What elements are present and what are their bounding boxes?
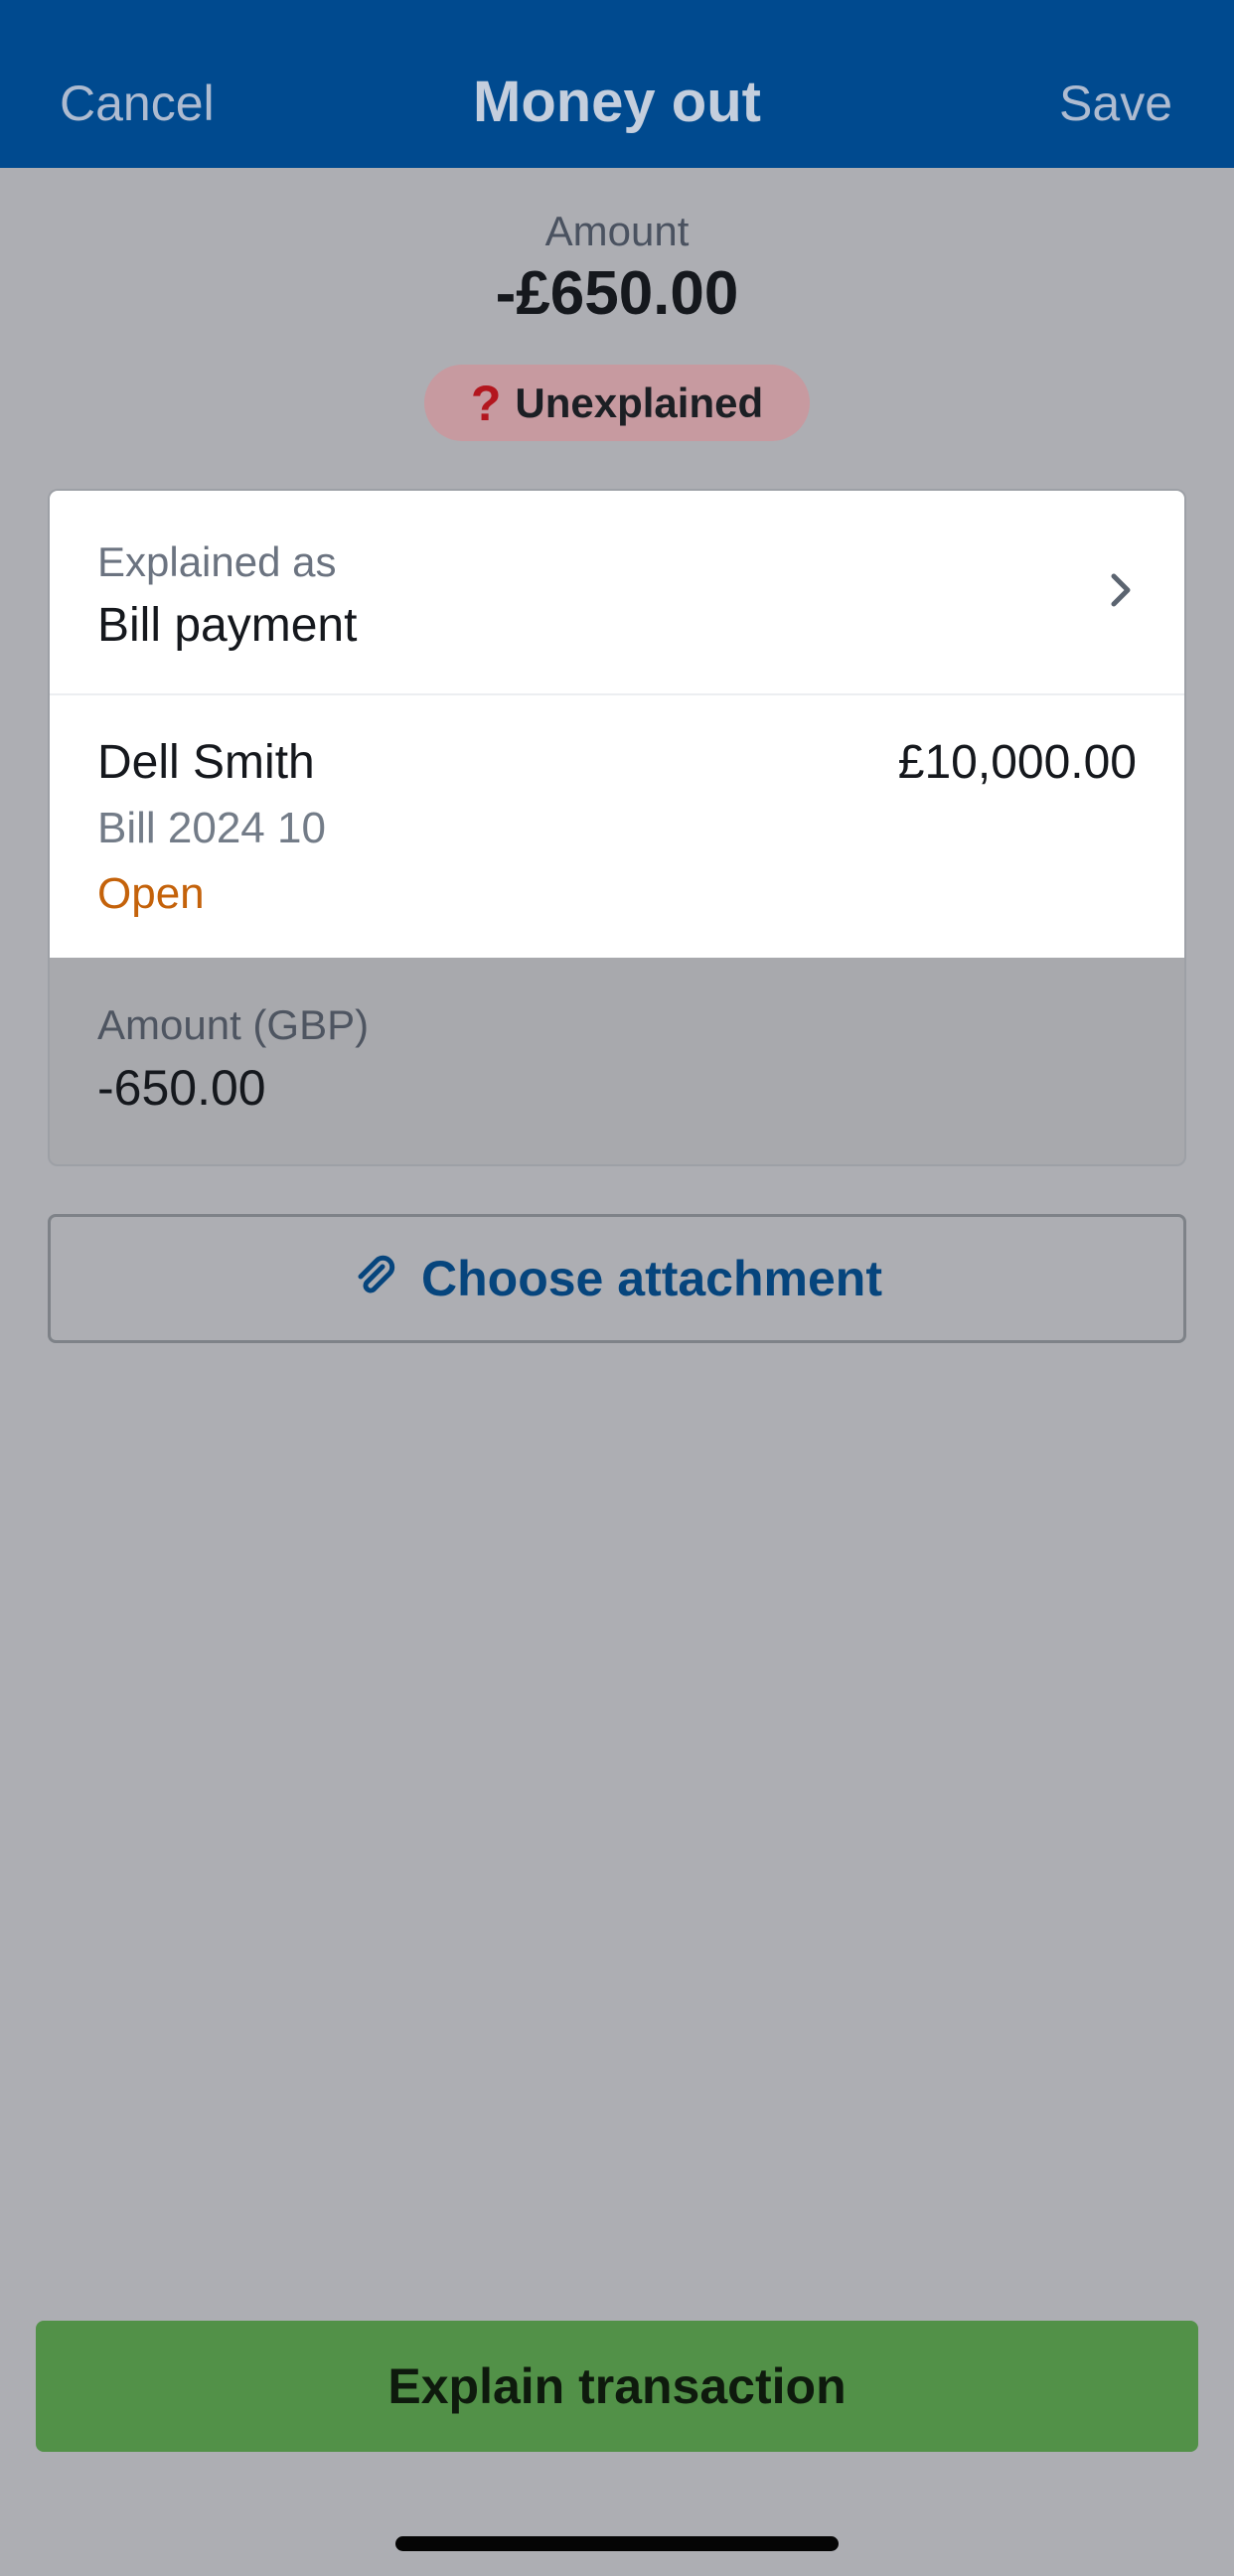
bill-status: Open [97,869,205,918]
explained-as-label: Explained as [97,538,337,585]
save-button[interactable]: Save [1059,70,1172,137]
explain-transaction-button[interactable]: Explain transaction [36,2321,1198,2452]
nav-header: Cancel Money out Save [0,0,1234,168]
bill-total: £10,000.00 [897,736,1137,789]
bill-row[interactable]: Dell Smith £10,000.00 Bill 2024 10 Open [50,695,1184,958]
choose-attachment-label: Choose attachment [421,1251,882,1306]
status-badge: ? Unexplained [424,365,810,441]
home-indicator [395,2536,839,2551]
status-badge-label: Unexplained [515,379,764,426]
page-title: Money out [473,70,761,134]
amount-gbp-field[interactable]: Amount (GBP) -650.00 [50,958,1184,1164]
amount-gbp-label: Amount (GBP) [97,1001,370,1048]
bill-reference: Bill 2024 10 [97,804,326,852]
question-mark-icon: ? [470,375,502,431]
explained-as-row[interactable]: Explained as Bill payment [50,491,1184,695]
explained-as-value: Bill payment [97,599,358,652]
amount-label: Amount [544,208,690,254]
explain-transaction-label: Explain transaction [387,2358,847,2414]
chevron-right-icon [1111,573,1131,607]
amount-gbp-value: -650.00 [97,1060,266,1116]
amount-value: -£650.00 [495,259,739,328]
paperclip-icon [358,1255,395,1293]
explanation-card: Explained as Bill payment Dell Smith £10… [48,489,1186,1166]
choose-attachment-button[interactable]: Choose attachment [48,1214,1186,1343]
bill-contact-name: Dell Smith [97,736,315,789]
